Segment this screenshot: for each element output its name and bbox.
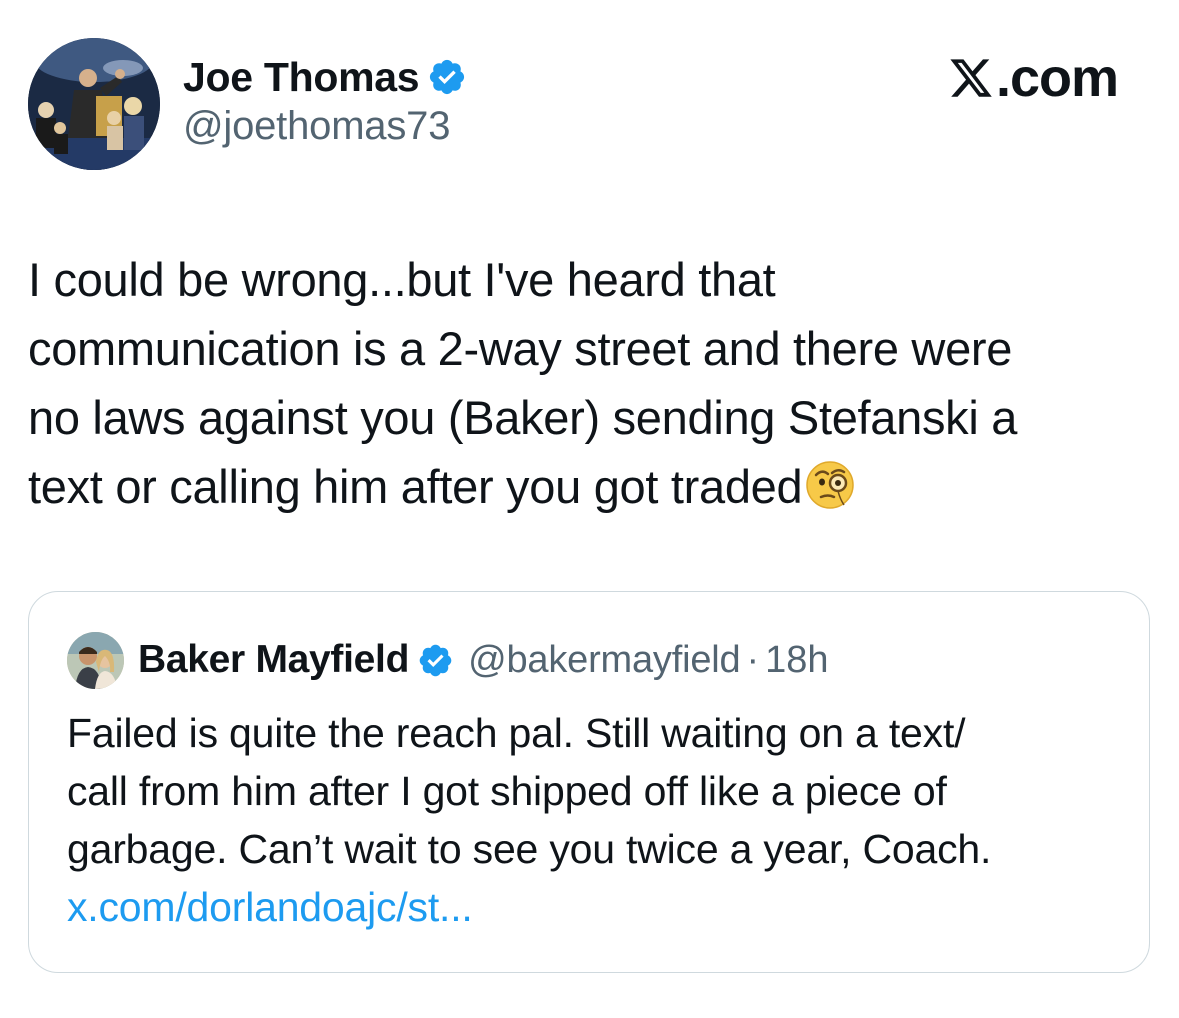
quoted-tweet-line: call from him after I got shipped off li… xyxy=(67,768,947,814)
author-name-row: Joe Thomas xyxy=(183,52,467,102)
author-avatar[interactable] xyxy=(28,38,160,170)
x-brand-logo: .com xyxy=(948,48,1119,108)
tweet-line: I could be wrong...but I've heard that xyxy=(28,253,776,306)
x-logo-icon xyxy=(948,55,994,101)
author-name-block: Joe Thomas @joethomas73 xyxy=(183,52,467,149)
quoted-author-handle[interactable]: @bakermayfield xyxy=(468,639,741,682)
quoted-author-avatar[interactable] xyxy=(67,631,124,689)
quoted-tweet-line: Failed is quite the reach pal. Still wai… xyxy=(67,710,966,756)
tweet-line-last: text or calling him after you got traded xyxy=(28,452,1153,521)
quoted-avatar-photo-icon xyxy=(67,631,124,689)
author-handle[interactable]: @joethomas73 xyxy=(183,104,467,149)
quoted-tweet-body: Failed is quite the reach pal. Still wai… xyxy=(67,704,1117,936)
tweet-line: text or calling him after you got traded xyxy=(28,460,803,513)
tweet-line: no laws against you (Baker) sending Stef… xyxy=(28,391,1018,444)
face-with-monocle-icon xyxy=(804,459,856,511)
quoted-tweet-line: garbage. Can’t wait to see you twice a y… xyxy=(67,826,992,872)
quoted-tweet-link[interactable]: x.com/dorlandoajc/st... xyxy=(67,884,473,930)
avatar-photo-icon xyxy=(28,38,160,170)
separator-dot: · xyxy=(746,638,760,681)
tweet-line: communication is a 2-way street and ther… xyxy=(28,322,1013,375)
quoted-tweet-timestamp[interactable]: 18h xyxy=(765,639,828,682)
verified-badge-icon xyxy=(417,642,454,679)
quoted-author-display-name[interactable]: Baker Mayfield xyxy=(138,638,409,682)
author-display-name[interactable]: Joe Thomas xyxy=(183,54,420,101)
quoted-tweet-header: Baker Mayfield @bakermayfield · 18h xyxy=(67,631,829,689)
brand-domain-text: .com xyxy=(995,48,1119,108)
tweet-header: Joe Thomas @joethomas73 .com xyxy=(28,38,1148,173)
quoted-tweet-card[interactable]: Baker Mayfield @bakermayfield · 18h Fail… xyxy=(28,591,1150,973)
tweet-body: I could be wrong...but I've heard that c… xyxy=(28,245,1153,521)
verified-badge-icon xyxy=(427,57,467,97)
